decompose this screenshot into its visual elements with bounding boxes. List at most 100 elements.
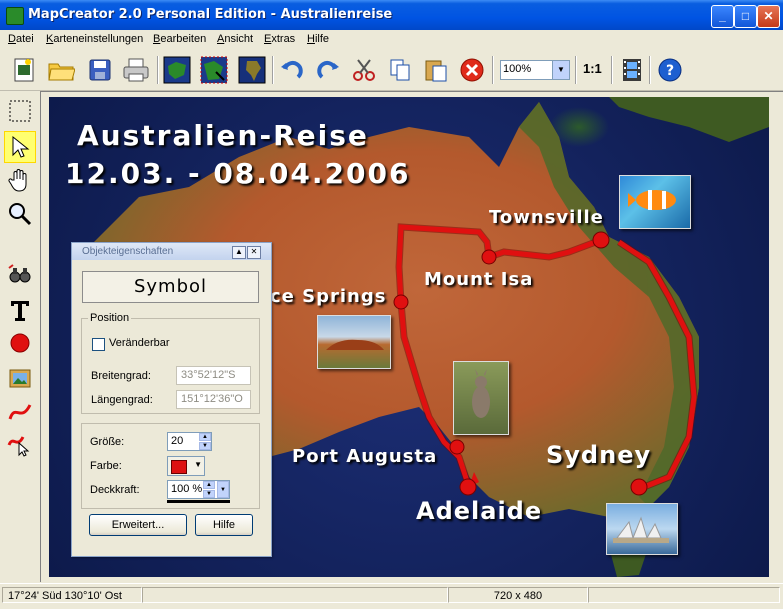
city-mount-isa[interactable]: Mount Isa (424, 269, 533, 290)
opacity-label: Deckkraft: (90, 484, 140, 496)
help-button[interactable]: Hilfe (195, 514, 253, 536)
open-folder-icon[interactable] (45, 54, 77, 86)
marker-sydney[interactable] (630, 478, 648, 496)
stepper-down-icon[interactable]: ▼ (199, 442, 211, 450)
route-pointer-icon[interactable] (4, 428, 36, 460)
zoom-1to1-button[interactable]: 1:1 (583, 61, 602, 76)
app-window: MapCreator 2.0 Personal Edition - Austra… (0, 0, 783, 609)
extended-button[interactable]: Erweitert... (89, 514, 187, 536)
circle-symbol-icon[interactable] (4, 327, 36, 359)
chevron-down-icon: ▼ (194, 460, 202, 469)
sydney-opera-photo[interactable] (606, 503, 678, 555)
stepper-down-icon[interactable]: ▼ (203, 490, 215, 498)
copy-icon[interactable] (384, 54, 416, 86)
maximize-button[interactable]: □ (734, 5, 757, 28)
pointer-icon[interactable] (4, 131, 36, 163)
new-map-icon[interactable] (8, 54, 40, 86)
status-bar: 17°24' Süd 130°10' Ost 720 x 480 (0, 583, 783, 609)
opacity-stepper[interactable]: 100 % ▲ ▼ ▼ (167, 480, 230, 499)
clownfish-photo[interactable] (619, 175, 691, 229)
title-bar[interactable]: MapCreator 2.0 Personal Edition - Austra… (0, 0, 783, 30)
chevron-down-icon[interactable]: ▼ (552, 61, 569, 79)
close-button[interactable]: ✕ (757, 5, 780, 28)
menu-bearbeiten[interactable]: Bearbeiten (153, 33, 206, 45)
uluru-photo[interactable] (317, 315, 391, 369)
color-picker[interactable]: ▼ (167, 456, 205, 476)
city-adelaide[interactable]: Adelaide (416, 497, 542, 525)
window-title: MapCreator 2.0 Personal Edition - Austra… (28, 7, 393, 22)
help-icon[interactable]: ? (654, 54, 686, 86)
stepper-up-icon[interactable]: ▲ (203, 481, 215, 489)
size-value: 20 (171, 435, 184, 447)
opacity-value: 100 % (171, 483, 203, 495)
map-title-line2[interactable]: 12.03. - 08.04.2006 (65, 157, 410, 190)
print-icon[interactable] (120, 54, 152, 86)
size-label: Größe: (90, 436, 125, 448)
toolbar: ? (0, 50, 783, 91)
map-region-icon[interactable] (161, 54, 193, 86)
zoom-value: 100% (503, 63, 532, 75)
city-alice-springs[interactable]: ce Springs (270, 286, 386, 307)
marker-port-augusta[interactable] (449, 439, 465, 455)
zoom-select[interactable]: 100% ▼ (500, 60, 570, 80)
position-group: Position Veränderbar Breitengrad: 33°52'… (81, 312, 260, 414)
map-export-icon[interactable] (198, 54, 230, 86)
undo-icon[interactable] (276, 54, 308, 86)
appearance-group: Größe: 20 ▲ ▼ Farbe: ▼ Deckkraft: 100 % … (81, 423, 260, 509)
marker-alice-springs[interactable] (393, 294, 409, 310)
changeable-checkbox[interactable] (92, 338, 105, 351)
africa-map-icon[interactable] (236, 54, 268, 86)
menu-hilfe[interactable]: Hilfe (307, 33, 329, 45)
status-empty (142, 587, 448, 603)
color-label: Farbe: (90, 460, 122, 472)
minimize-button[interactable]: _ (711, 5, 734, 28)
hand-icon[interactable] (4, 165, 36, 197)
collapse-icon[interactable]: ▲ (232, 246, 246, 259)
selection-rect-icon[interactable] (4, 95, 36, 127)
color-swatch (171, 460, 187, 474)
menu-datei[interactable]: Datei (8, 33, 34, 45)
changeable-label: Veränderbar (109, 337, 170, 349)
position-group-label: Position (88, 312, 132, 324)
delete-icon[interactable] (456, 54, 488, 86)
menu-datei-rest: atei (15, 33, 34, 45)
object-type-label: Symbol (82, 271, 259, 303)
paste-icon[interactable] (420, 54, 452, 86)
opacity-dropdown-icon[interactable]: ▼ (217, 481, 229, 498)
latitude-label: Breitengrad: (91, 370, 151, 382)
menu-karteneinstellungen[interactable]: Karteneinstellungen (46, 33, 143, 45)
kangaroo-photo[interactable] (453, 361, 509, 435)
menu-extras[interactable]: Extras (264, 33, 295, 45)
status-extra (588, 587, 780, 603)
city-sydney[interactable]: Sydney (546, 441, 651, 469)
size-stepper[interactable]: 20 ▲ ▼ (167, 432, 212, 451)
menu-bar: Datei Karteneinstellungen Bearbeiten Ans… (0, 30, 783, 50)
city-townsville[interactable]: Townsville (489, 207, 604, 228)
tool-palette (0, 91, 40, 581)
close-icon[interactable]: ✕ (247, 246, 261, 259)
latitude-field[interactable]: 33°52'12"S (176, 366, 251, 385)
film-icon[interactable] (616, 54, 648, 86)
object-properties-dialog: Objekteigenschaften ▲ ✕ Symbol Position … (71, 242, 272, 557)
route-line-icon[interactable] (4, 396, 36, 428)
app-icon (6, 7, 24, 25)
redo-icon[interactable] (312, 54, 344, 86)
status-dimensions: 720 x 480 (448, 587, 588, 603)
binoculars-icon[interactable] (4, 259, 36, 291)
marker-mount-isa[interactable] (481, 249, 497, 265)
text-tool-icon[interactable] (4, 294, 36, 326)
marker-townsville[interactable] (592, 231, 610, 249)
map-title-line1[interactable]: Australien-Reise (77, 119, 369, 152)
dialog-title: Objekteigenschaften (82, 246, 174, 257)
magnifier-icon[interactable] (4, 198, 36, 230)
longitude-label: Längengrad: (91, 394, 153, 406)
marker-adelaide[interactable] (459, 478, 477, 496)
dialog-title-bar[interactable]: Objekteigenschaften ▲ ✕ (72, 243, 271, 260)
longitude-field[interactable]: 151°12'36"O (176, 390, 251, 409)
menu-ansicht[interactable]: Ansicht (217, 33, 253, 45)
city-port-augusta[interactable]: Port Augusta (292, 446, 437, 467)
cut-icon[interactable] (348, 54, 380, 86)
stepper-up-icon[interactable]: ▲ (199, 433, 211, 441)
save-icon[interactable] (84, 54, 116, 86)
picture-icon[interactable] (4, 362, 36, 394)
